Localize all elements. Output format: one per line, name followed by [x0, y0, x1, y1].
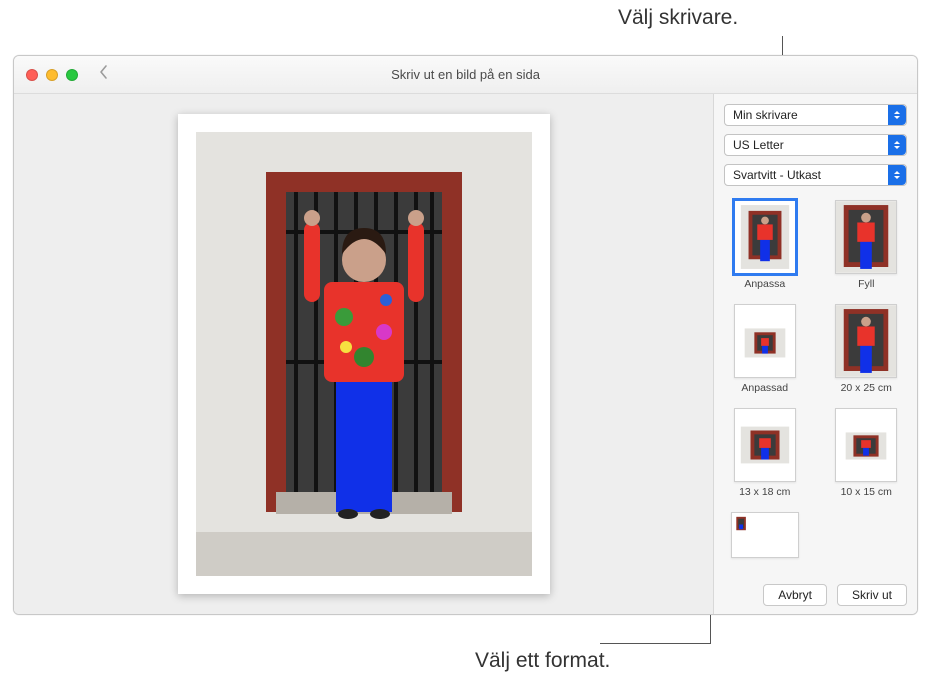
window-controls [26, 69, 78, 81]
preview-page [178, 114, 550, 594]
paper-size-select[interactable]: US Letter [724, 134, 907, 156]
format-label: 10 x 15 cm [841, 486, 892, 498]
format-label: Anpassad [741, 382, 788, 394]
close-window-button[interactable] [26, 69, 38, 81]
format-thumb [835, 408, 897, 482]
minimize-window-button[interactable] [46, 69, 58, 81]
format-label: Anpassa [744, 278, 785, 290]
format-option-10x15[interactable]: 10 x 15 cm [830, 408, 904, 498]
printer-select-value: Min skrivare [733, 108, 798, 122]
print-preview-area [14, 94, 713, 614]
format-thumb [734, 200, 796, 274]
format-option-anpassa[interactable]: Anpassa [728, 200, 802, 290]
content-area: Min skrivare US Letter Svartvitt - Utkas… [14, 94, 917, 614]
dropdown-arrows-icon [888, 165, 906, 185]
format-option-anpassad[interactable]: Anpassad [728, 304, 802, 394]
cancel-button[interactable]: Avbryt [763, 584, 827, 606]
format-thumb [734, 408, 796, 482]
callout-choose-format: Välj ett format. [475, 649, 610, 673]
format-option-fyll[interactable]: Fyll [830, 200, 904, 290]
printer-select[interactable]: Min skrivare [724, 104, 907, 126]
format-thumb [731, 512, 799, 558]
format-thumb [835, 304, 897, 378]
print-button[interactable]: Skriv ut [837, 584, 907, 606]
format-option-20x25[interactable]: 20 x 25 cm [830, 304, 904, 394]
dropdown-arrows-icon [888, 135, 906, 155]
format-grid: Anpassa Fyll Anpassad [724, 198, 907, 572]
zoom-window-button[interactable] [66, 69, 78, 81]
format-option-13x18[interactable]: 13 x 18 cm [728, 408, 802, 498]
print-dialog-window: Skriv ut en bild på en sida [13, 55, 918, 615]
format-label: 20 x 25 cm [841, 382, 892, 394]
print-mode-value: Svartvitt - Utkast [733, 168, 821, 182]
preview-photo [196, 132, 532, 576]
dropdown-arrows-icon [888, 105, 906, 125]
print-options-sidebar: Min skrivare US Letter Svartvitt - Utkas… [713, 94, 917, 614]
callout-line [600, 643, 710, 644]
print-mode-select[interactable]: Svartvitt - Utkast [724, 164, 907, 186]
back-button[interactable] [98, 64, 110, 85]
format-label: 13 x 18 cm [739, 486, 790, 498]
callout-choose-printer: Välj skrivare. [618, 6, 738, 30]
format-option-contact[interactable] [728, 512, 802, 562]
window-title: Skriv ut en bild på en sida [14, 67, 917, 82]
format-thumb [734, 304, 796, 378]
dialog-buttons: Avbryt Skriv ut [724, 580, 907, 606]
format-thumb [835, 200, 897, 274]
titlebar: Skriv ut en bild på en sida [14, 56, 917, 94]
paper-size-value: US Letter [733, 138, 784, 152]
format-label: Fyll [858, 278, 874, 290]
